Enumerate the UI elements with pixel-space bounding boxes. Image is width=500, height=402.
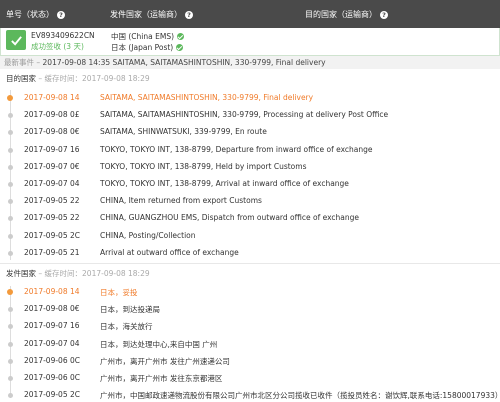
event-date: 2017-09-08 14 (24, 93, 80, 102)
help-icon[interactable]: ? (57, 10, 65, 19)
timeline-dot-icon (7, 95, 13, 101)
check-circle-icon (177, 33, 185, 40)
help-icon[interactable]: ? (380, 10, 388, 19)
timeline-dot-icon (8, 324, 13, 330)
section-divider (0, 263, 500, 264)
event-date: 2017-09-07 04 (24, 179, 80, 188)
event-text: 日本，妥投 (100, 288, 138, 297)
event-date: 2017-09-05 22 (24, 213, 80, 223)
dest-cache-time: 2017-09-08 18:29 (82, 74, 150, 83)
event-text: 日本，到达投递局 (100, 305, 160, 315)
table-header: 单号（状态） ? 发件国家（运输商） ? 目的国家（运输商） ? (0, 0, 500, 28)
dest-section-label: 目的国家 (6, 74, 36, 83)
timeline-dot-icon (8, 164, 13, 170)
event-date: 2017-09-07 16 (24, 144, 80, 154)
event-date: 2017-09-08 14 (24, 287, 80, 296)
col-dest-label: 目的国家（运输商） (305, 10, 377, 19)
help-icon[interactable]: ? (185, 10, 193, 19)
origin-cache-label: 缓存时间： (44, 269, 83, 278)
event-text: SAITAMA, SAITAMASHINTOSHIN, 330-9799, Pr… (100, 110, 389, 120)
event-text: CHINA, Posting/Collection (100, 230, 196, 240)
timeline-dot-icon (8, 182, 13, 187)
event-date: 2017-09-05 2C (24, 230, 80, 240)
origin-cache-time: 2017-09-08 18:29 (82, 269, 150, 278)
event-text: 日本，海关放行 (100, 322, 153, 332)
check-circle-icon (176, 44, 184, 51)
event-text: CHINA, Item returned from export Customs (100, 196, 262, 206)
event-date: 2017-09-08 0€ (24, 127, 80, 137)
checkmark-icon (6, 30, 26, 50)
event-date: 2017-09-07 0€ (24, 161, 80, 171)
event-text: TOKYO, TOKYO INT, 138-8799, Held by impo… (100, 161, 307, 171)
timeline-dot-icon (8, 358, 13, 364)
event-text: 广州市，中国邮政速递物流股份有限公司广州市北区分公司揽收已收件（揽投员姓名：谢饮… (100, 391, 500, 401)
event-date: 2017-09-08 0£ (24, 110, 80, 120)
latest-event-bar: 最新事件 – 2017-09-08 14:35 SAITAMA, SAITAMA… (0, 56, 500, 69)
status-badge: 成功签收 (3 天) (31, 42, 84, 51)
col-number-header[interactable]: 单号（状态） ? (6, 9, 65, 20)
timeline-dot-icon (8, 147, 13, 153)
latest-event-time: 2017-09-08 14:35 (42, 58, 111, 67)
timeline-dot-icon (8, 250, 13, 256)
event-text: SAITAMA, SAITAMASHINTOSHIN, 330-9799, Fi… (100, 93, 314, 102)
origin-section-label: 发件国家 (6, 269, 36, 278)
latest-event-text: SAITAMA, SAITAMASHINTOSHIN, 330-9799, Fi… (112, 58, 326, 67)
event-text: CHINA, GUANGZHOU EMS, Dispatch from outw… (100, 213, 359, 223)
dest-carrier-label: 日本 (Japan Post) (111, 43, 174, 52)
timeline-dot-icon (8, 216, 13, 222)
timeline-dot-icon (7, 289, 13, 295)
dest-carrier: 日本 (Japan Post) (111, 42, 184, 53)
event-date: 2017-09-06 0C (24, 373, 80, 382)
dest-section-header: 目的国家 – 缓存时间：2017-09-08 18:29 (6, 74, 150, 83)
event-text: 日本，到达处理中心,来自中国 广州 (100, 339, 218, 349)
event-text: Arrival at outward office of exchange (100, 247, 239, 257)
timeline-dot-icon (8, 341, 13, 347)
event-date: 2017-09-07 16 (24, 321, 80, 331)
timeline-dot-icon (8, 113, 13, 119)
origin-carrier-label: 中国 (China EMS) (111, 32, 175, 41)
timeline-dot-icon (8, 376, 13, 381)
timeline-dot-icon (8, 307, 13, 313)
col-origin-label: 发件国家（运输商） (110, 10, 182, 19)
dest-cache-label: 缓存时间： (44, 74, 83, 83)
event-date: 2017-09-05 2C (24, 390, 80, 400)
event-date: 2017-09-08 0€ (24, 304, 80, 314)
origin-carrier: 中国 (China EMS) (111, 31, 185, 42)
event-date: 2017-09-05 21 (24, 247, 80, 257)
timeline-dot-icon (8, 130, 13, 136)
event-text: SAITAMA, SHINWATSUKI, 339-9799, En route (100, 127, 267, 137)
event-text: 广州市，离开广州市 发往东京都港区 (100, 374, 223, 383)
event-date: 2017-09-07 04 (24, 338, 80, 348)
col-dest-header[interactable]: 目的国家（运输商） ? (305, 9, 388, 20)
timeline-dot-icon (8, 199, 13, 205)
tracking-number[interactable]: EV893409622CN (31, 31, 95, 40)
timeline-dot-icon (8, 233, 13, 239)
col-number-label: 单号（状态） (6, 10, 54, 19)
package-row[interactable]: EV893409622CN 成功签收 (3 天) 中国 (China EMS) … (0, 28, 500, 56)
event-text: 广州市，离开广州市 发往广州速递公司 (100, 356, 230, 366)
timeline-dot-icon (8, 393, 13, 399)
event-date: 2017-09-05 22 (24, 196, 80, 206)
event-text: TOKYO, TOKYO INT, 138-8799, Departure fr… (100, 144, 373, 154)
latest-event-label: 最新事件 (4, 58, 34, 67)
event-date: 2017-09-06 0C (24, 355, 80, 365)
col-origin-header[interactable]: 发件国家（运输商） ? (110, 9, 193, 20)
origin-section-header: 发件国家 – 缓存时间：2017-09-08 18:29 (6, 269, 150, 278)
event-text: TOKYO, TOKYO INT, 138-8799, Arrival at i… (100, 179, 349, 188)
